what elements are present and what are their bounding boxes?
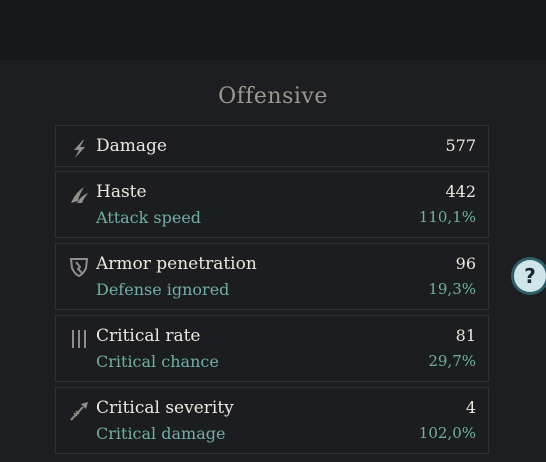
stat-value: 96 bbox=[455, 254, 476, 273]
stat-value: 81 bbox=[455, 326, 476, 345]
stat-sub-name: Critical chance bbox=[96, 352, 219, 371]
lightning-icon bbox=[68, 138, 90, 160]
wings-icon bbox=[68, 184, 90, 206]
stat-name: Critical rate bbox=[96, 326, 201, 346]
top-band bbox=[0, 0, 546, 60]
stat-row-critical-rate[interactable]: Critical rate 81 Critical chance 29,7% bbox=[55, 315, 489, 382]
help-button[interactable]: ? bbox=[514, 260, 546, 292]
stat-sub-value: 29,7% bbox=[428, 352, 476, 370]
stat-value: 4 bbox=[465, 398, 476, 417]
stat-name: Armor penetration bbox=[96, 254, 257, 274]
stat-sub-value: 110,1% bbox=[418, 208, 476, 226]
stat-row-armor-penetration[interactable]: Armor penetration 96 Defense ignored 19,… bbox=[55, 243, 489, 310]
stat-sub-name: Attack speed bbox=[96, 208, 202, 227]
spear-icon bbox=[68, 400, 90, 422]
stat-sub-name: Critical damage bbox=[96, 424, 226, 443]
section-title: Offensive bbox=[218, 84, 328, 109]
stat-sub-name: Defense ignored bbox=[96, 280, 230, 299]
stat-row-haste[interactable]: Haste 442 Attack speed 110,1% bbox=[55, 171, 489, 238]
stat-sub-value: 19,3% bbox=[428, 280, 476, 298]
stat-value: 577 bbox=[445, 136, 476, 155]
triple-blades-icon bbox=[68, 328, 90, 350]
stat-name: Damage bbox=[96, 136, 167, 156]
stat-name: Haste bbox=[96, 182, 147, 202]
broken-shield-icon bbox=[68, 256, 90, 278]
stat-sub-value: 102,0% bbox=[418, 424, 476, 442]
stat-value: 442 bbox=[445, 182, 476, 201]
stat-row-damage[interactable]: Damage 577 bbox=[55, 125, 489, 167]
stat-row-critical-severity[interactable]: Critical severity 4 Critical damage 102,… bbox=[55, 387, 489, 454]
stat-name: Critical severity bbox=[96, 398, 234, 418]
